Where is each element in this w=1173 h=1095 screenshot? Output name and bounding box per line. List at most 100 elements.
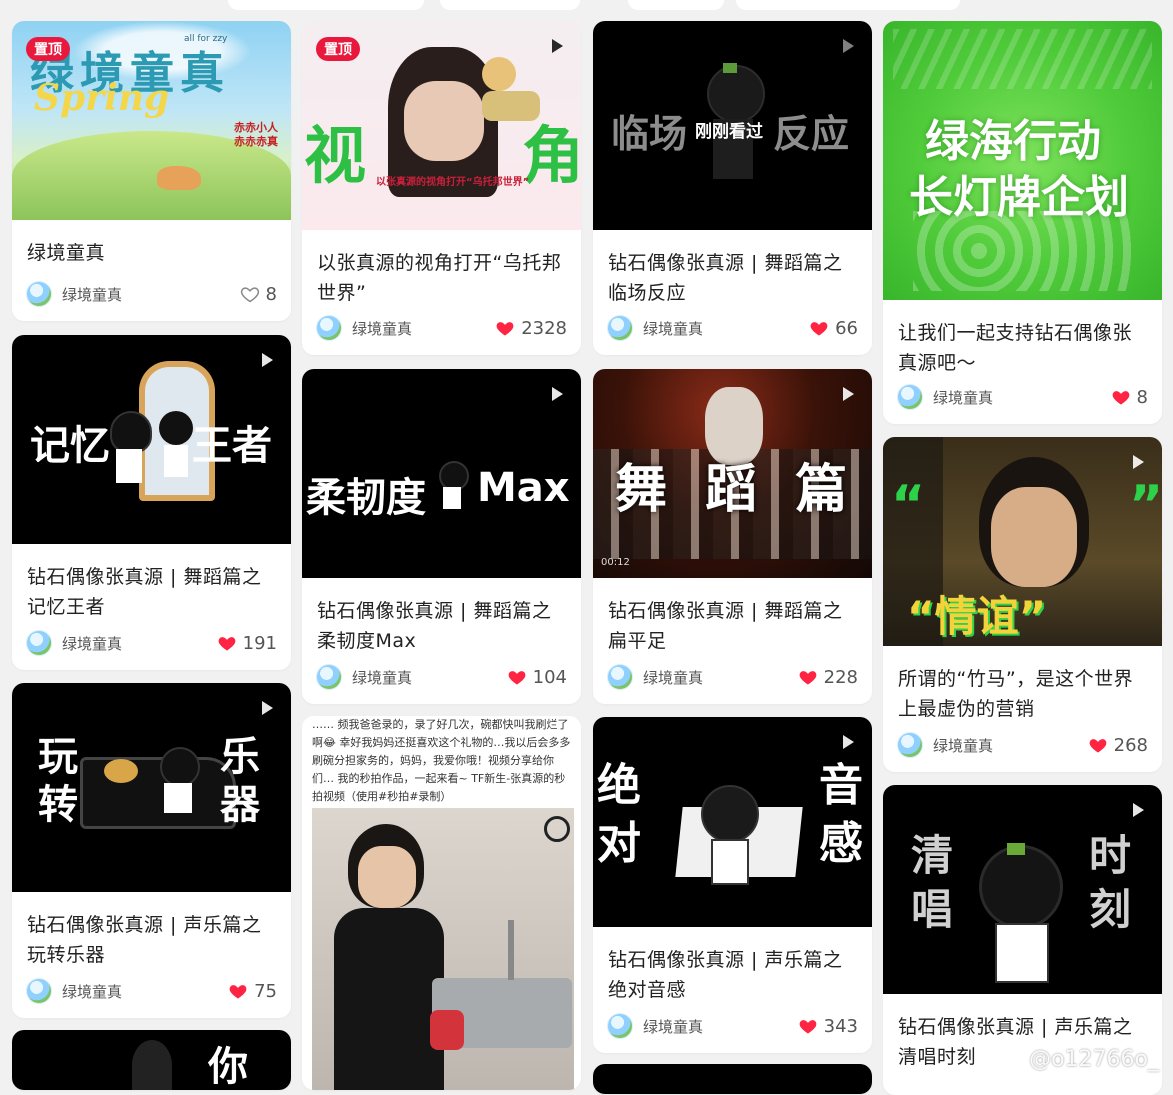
note-title[interactable]: 钻石偶像张真源 | 舞蹈篇之扁平足 bbox=[608, 596, 856, 656]
author-name[interactable]: 绿境童真 bbox=[62, 633, 217, 654]
cover-text-left: 临场 bbox=[611, 112, 688, 156]
like-button[interactable]: 268 bbox=[1088, 735, 1148, 756]
note-card[interactable] bbox=[593, 1064, 872, 1094]
cover-line-1: 绿海行动 bbox=[925, 116, 1101, 167]
like-button[interactable]: 228 bbox=[798, 667, 858, 688]
note-title[interactable]: 钻石偶像张真源 | 声乐篇之绝对音感 bbox=[608, 945, 856, 1005]
author-name[interactable]: 绿境童真 bbox=[643, 1016, 798, 1037]
cover-line-2: 长灯牌企划 bbox=[909, 172, 1129, 223]
avatar[interactable] bbox=[607, 1013, 633, 1039]
like-button[interactable]: 66 bbox=[809, 318, 858, 339]
cover-image[interactable]: 柔韧度 Max bbox=[302, 369, 581, 578]
avatar[interactable] bbox=[607, 315, 633, 341]
record-icon bbox=[544, 816, 570, 842]
note-card[interactable]: 记忆 王者 钻石偶像张真源 | 舞蹈篇之记忆王者 绿境童真 191 bbox=[12, 335, 291, 670]
cover-image[interactable]: 玩转 乐器 bbox=[12, 683, 291, 892]
note-title[interactable]: 钻石偶像张真源 | 声乐篇之玩转乐器 bbox=[27, 910, 275, 970]
like-button[interactable]: 104 bbox=[507, 667, 567, 688]
like-button[interactable]: 343 bbox=[798, 1016, 858, 1037]
note-title[interactable]: 绿境童真 bbox=[27, 238, 275, 268]
avatar[interactable] bbox=[26, 281, 52, 307]
author-name[interactable]: 绿境童真 bbox=[643, 667, 798, 688]
avatar[interactable] bbox=[316, 315, 342, 341]
note-card[interactable]: 舞 蹈 篇 00:12 钻石偶像张真源 | 舞蹈篇之扁平足 绿境童真 228 bbox=[593, 369, 872, 704]
cover-image[interactable]: 绿海行动 长灯牌企划 bbox=[883, 21, 1162, 300]
heart-filled-icon bbox=[810, 322, 828, 336]
cover-image[interactable]: 清唱 时刻 bbox=[883, 785, 1162, 994]
cover-image[interactable]: 视 角 以张真源的视角打开“乌托邦世界” 置顶 bbox=[302, 21, 581, 230]
cover-text: 舞 蹈 篇 bbox=[615, 460, 858, 520]
like-button[interactable]: 75 bbox=[228, 981, 277, 1002]
note-title[interactable]: 让我们一起支持钻石偶像张真源吧～ bbox=[898, 318, 1146, 378]
cover-image[interactable]: …… 频我爸爸录的，录了好几次，碗都快叫我刷烂了啊😂 幸好我妈妈还挺喜欢这个礼物… bbox=[302, 716, 581, 1090]
heart-filled-icon bbox=[1112, 391, 1129, 405]
heart-filled-icon bbox=[799, 1020, 817, 1034]
video-play-icon bbox=[843, 735, 854, 749]
note-title[interactable]: 钻石偶像张真源 | 舞蹈篇之临场反应 bbox=[608, 248, 856, 308]
author-name[interactable]: 绿境童真 bbox=[643, 318, 809, 339]
like-count: 66 bbox=[835, 317, 858, 339]
cover-text-right: 音感 bbox=[819, 760, 863, 869]
pinned-badge: 置顶 bbox=[316, 37, 360, 61]
note-card[interactable]: 绝对 音感 钻石偶像张真源 | 声乐篇之绝对音感 绿境童真 343 bbox=[593, 717, 872, 1053]
avatar[interactable] bbox=[607, 664, 633, 690]
recently-viewed-label: 刚刚看过 bbox=[695, 122, 763, 142]
note-card[interactable]: …… 频我爸爸录的，录了好几次，碗都快叫我刷烂了啊😂 幸好我妈妈还挺喜欢这个礼物… bbox=[302, 716, 581, 1090]
like-button[interactable]: 2328 bbox=[495, 318, 567, 339]
video-frame bbox=[312, 808, 574, 1090]
author-name[interactable]: 绿境童真 bbox=[933, 387, 1111, 408]
cover-text-right: 乐器 bbox=[220, 734, 260, 828]
partial-card-top bbox=[628, 0, 724, 10]
cover-subtitle: Spring bbox=[34, 77, 170, 119]
note-meta: 绿境童真 104 bbox=[316, 664, 567, 690]
note-card[interactable]: 临场 反应 刚刚看过 钻石偶像张真源 | 舞蹈篇之临场反应 绿境童真 66 bbox=[593, 21, 872, 355]
author-name[interactable]: 绿境童真 bbox=[62, 284, 240, 305]
cover-image[interactable]: “ ” “情谊” bbox=[883, 437, 1162, 646]
like-count: 228 bbox=[823, 666, 858, 688]
author-name[interactable]: 绿境童真 bbox=[933, 735, 1088, 756]
cover-image[interactable]: 舞 蹈 篇 00:12 bbox=[593, 369, 872, 578]
note-card[interactable]: 你 bbox=[12, 1030, 291, 1090]
avatar[interactable] bbox=[897, 732, 923, 758]
author-name[interactable]: 绿境童真 bbox=[352, 318, 495, 339]
note-meta: 绿境童真 228 bbox=[607, 664, 858, 690]
avatar[interactable] bbox=[316, 664, 342, 690]
note-card[interactable]: “ ” “情谊” 所谓的“竹马”，是这个世界上最虚伪的营销 绿境童真 268 bbox=[883, 437, 1162, 772]
note-card[interactable]: 绿境童真 Spring all for zzy 赤赤小人 赤赤赤真 置顶 绿境童… bbox=[12, 21, 291, 321]
like-count: 343 bbox=[823, 1015, 858, 1037]
note-title[interactable]: 所谓的“竹马”，是这个世界上最虚伪的营销 bbox=[898, 664, 1146, 724]
watermark: @o12766o_ bbox=[1029, 1047, 1159, 1072]
cover-image[interactable] bbox=[593, 1064, 872, 1094]
note-title[interactable]: 钻石偶像张真源 | 舞蹈篇之记忆王者 bbox=[27, 562, 275, 622]
like-button[interactable]: 8 bbox=[1111, 387, 1148, 408]
video-play-icon bbox=[552, 387, 563, 401]
note-card[interactable]: 玩转 乐器 钻石偶像张真源 | 声乐篇之玩转乐器 绿境童真 75 bbox=[12, 683, 291, 1018]
note-card[interactable]: 绿海行动 长灯牌企划 让我们一起支持钻石偶像张真源吧～ 绿境童真 8 bbox=[883, 21, 1162, 424]
leaf-pattern bbox=[893, 29, 1152, 89]
avatar[interactable] bbox=[26, 630, 52, 656]
cover-image[interactable]: 记忆 王者 bbox=[12, 335, 291, 544]
note-card[interactable]: 柔韧度 Max 钻石偶像张真源 | 舞蹈篇之柔韧度Max 绿境童真 104 bbox=[302, 369, 581, 704]
note-card[interactable]: 视 角 以张真源的视角打开“乌托邦世界” 置顶 以张真源的视角打开“乌托邦世界”… bbox=[302, 21, 581, 355]
author-name[interactable]: 绿境童真 bbox=[62, 981, 228, 1002]
like-count: 8 bbox=[265, 283, 277, 305]
cover-caption: 以张真源的视角打开“乌托邦世界” bbox=[376, 177, 530, 188]
cover-image[interactable]: 临场 反应 刚刚看过 bbox=[593, 21, 872, 230]
cover-image[interactable]: 绿境童真 Spring all for zzy 赤赤小人 赤赤赤真 置顶 bbox=[12, 21, 291, 220]
like-button[interactable]: 8 bbox=[240, 284, 277, 305]
cover-text: 你 bbox=[208, 1044, 248, 1090]
like-count: 268 bbox=[1113, 734, 1148, 756]
cover-text-right: 时刻 bbox=[1089, 831, 1132, 934]
avatar[interactable] bbox=[26, 978, 52, 1004]
like-button[interactable]: 191 bbox=[217, 633, 277, 654]
cover-image[interactable]: 绝对 音感 bbox=[593, 717, 872, 927]
note-meta: 绿境童真 268 bbox=[897, 732, 1148, 758]
heart-outline-icon bbox=[240, 287, 259, 303]
avatar[interactable] bbox=[897, 384, 923, 410]
cover-text-left: 记忆 bbox=[30, 423, 110, 469]
note-title[interactable]: 钻石偶像张真源 | 舞蹈篇之柔韧度Max bbox=[317, 596, 565, 656]
cover-image[interactable]: 你 bbox=[12, 1030, 291, 1090]
note-title[interactable]: 以张真源的视角打开“乌托邦世界” bbox=[317, 248, 565, 308]
video-play-icon bbox=[1133, 455, 1144, 469]
author-name[interactable]: 绿境童真 bbox=[352, 667, 507, 688]
